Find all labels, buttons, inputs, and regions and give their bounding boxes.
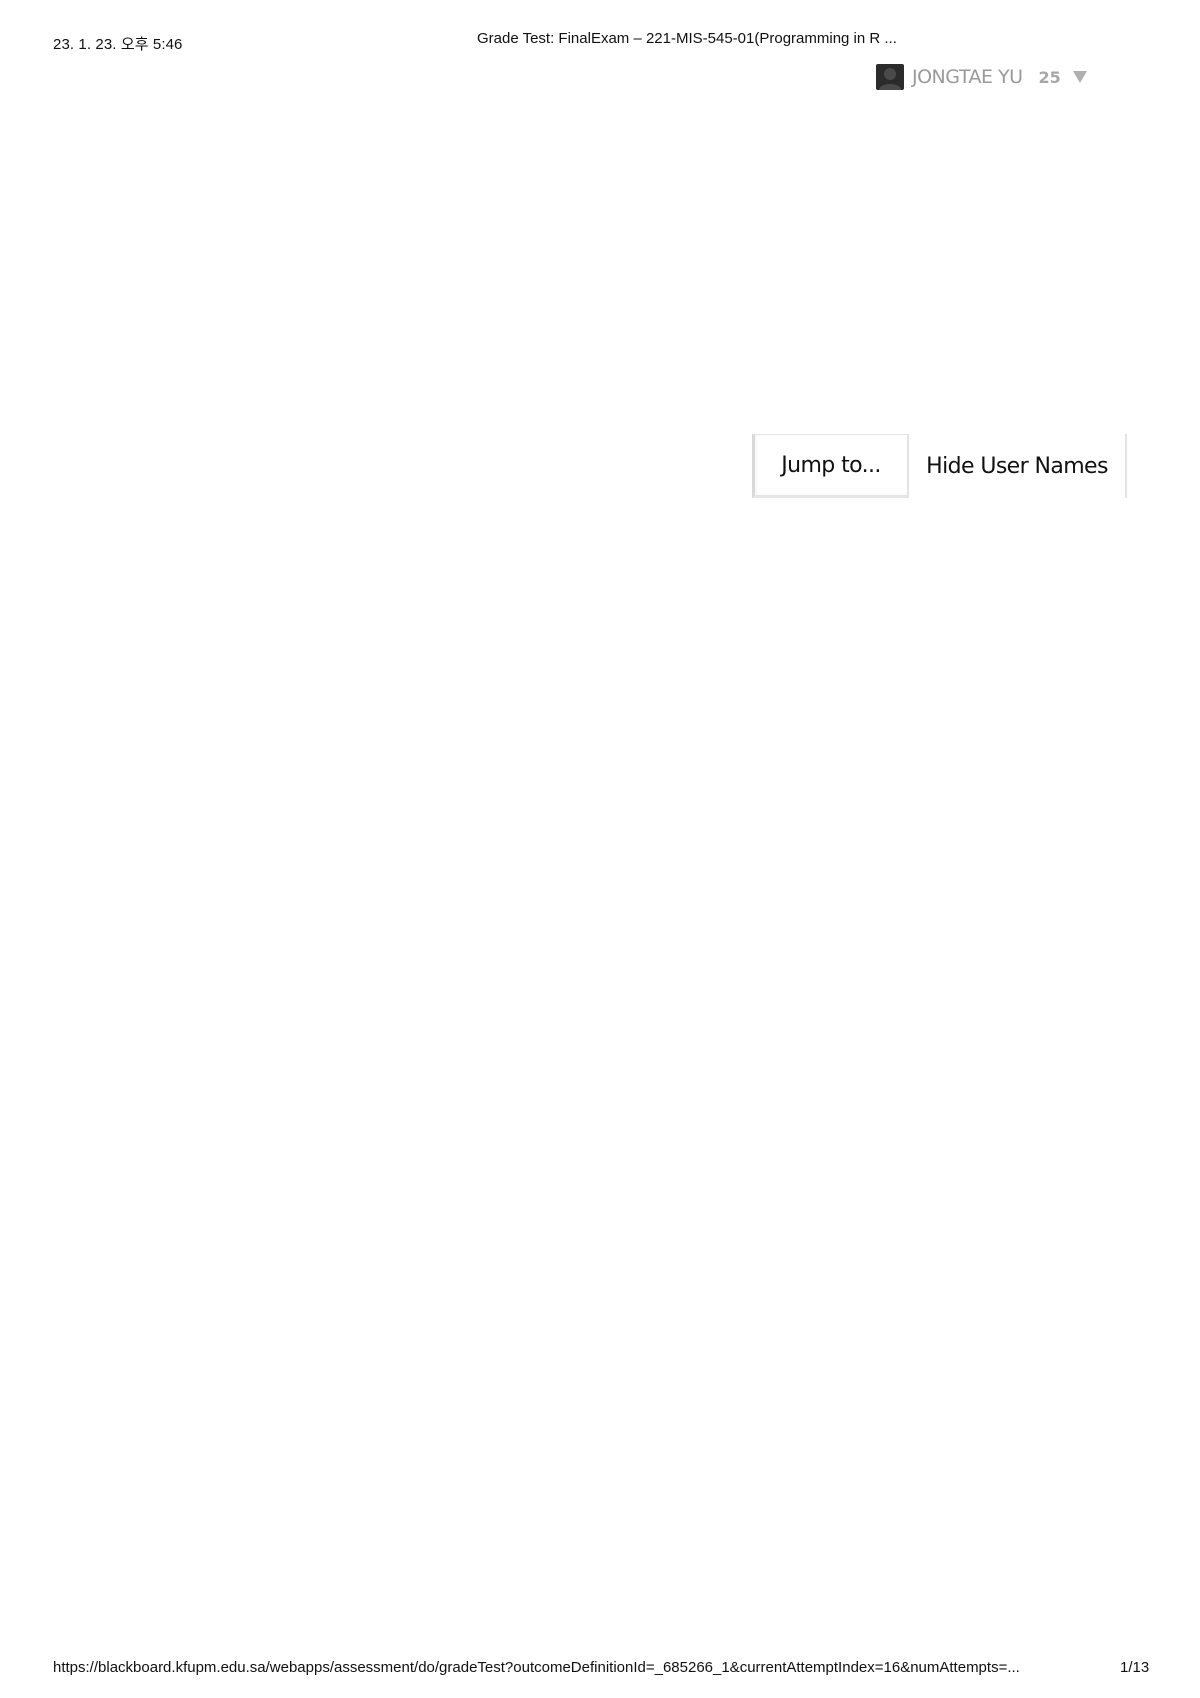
print-page-title: Grade Test: FinalExam – 221-MIS-545-01(P… bbox=[477, 30, 897, 47]
caret-down-icon[interactable] bbox=[1072, 71, 1087, 83]
grading-action-bar: Jump to... Hide User Names bbox=[752, 434, 1127, 500]
user-name[interactable]: JONGTAE YU bbox=[912, 66, 1023, 88]
print-date-time: 23. 1. 23. 오후 5:46 bbox=[53, 36, 183, 53]
user-avatar-icon bbox=[876, 64, 904, 90]
jump-to-button[interactable]: Jump to... bbox=[752, 434, 909, 498]
user-menu[interactable]: JONGTAE YU 25 bbox=[876, 63, 1087, 91]
hide-user-names-button[interactable]: Hide User Names bbox=[909, 434, 1127, 498]
user-count-badge: 25 bbox=[1038, 67, 1061, 87]
print-page-url: https://blackboard.kfupm.edu.sa/webapps/… bbox=[53, 1659, 1020, 1676]
print-page-number: 1/13 bbox=[1120, 1659, 1150, 1676]
